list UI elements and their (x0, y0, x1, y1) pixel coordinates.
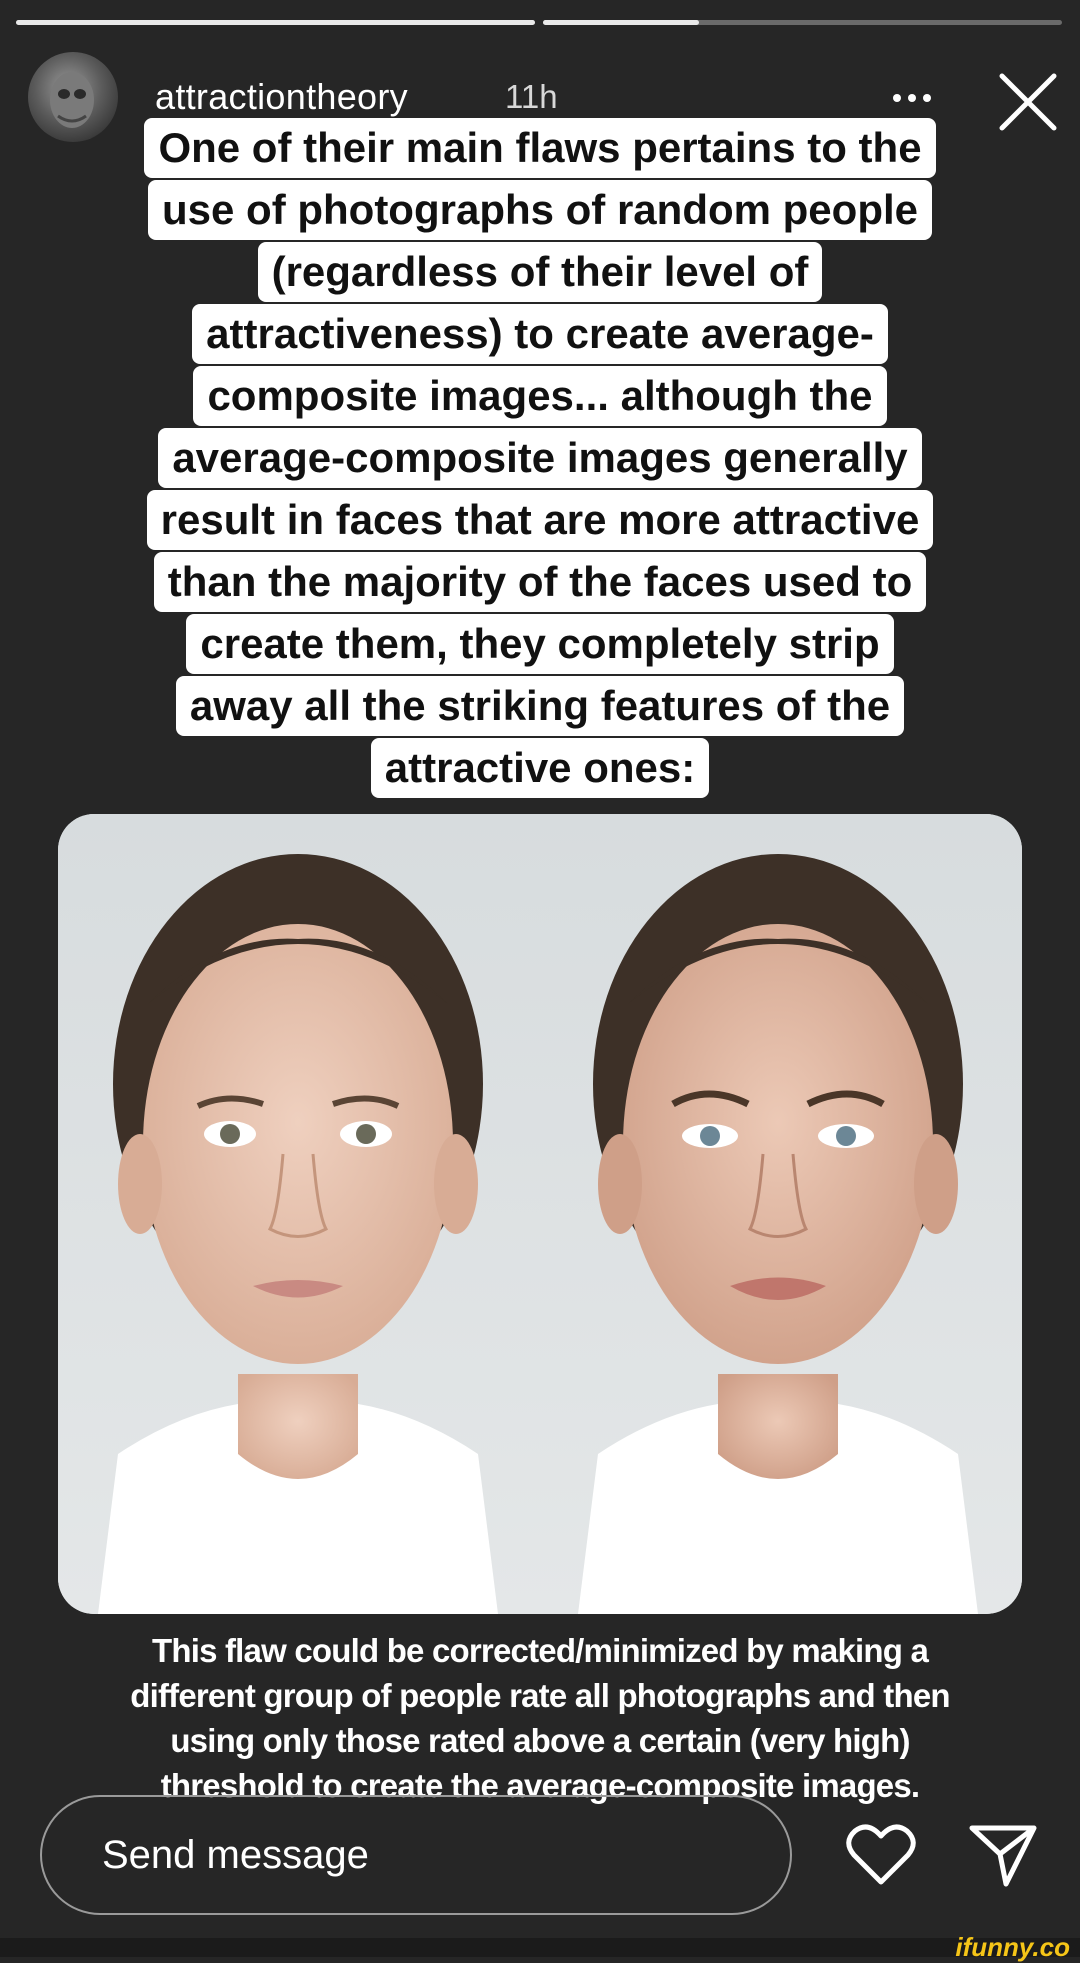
caption-line: composite images... although the (193, 366, 887, 426)
caption-line: than the majority of the faces used to (153, 552, 927, 612)
caption-line: create them, they completely strip (186, 614, 894, 674)
ifunny-watermark: ifunny.co (955, 1932, 1070, 1962)
caption-line: attractive ones: (370, 738, 710, 798)
footnote-line: different group of people rate all photo… (130, 1677, 950, 1714)
send-message-input[interactable]: Send message (40, 1795, 792, 1915)
watermark-bar (0, 1938, 1080, 1957)
footnote-line: using only those rated above a certain (… (170, 1722, 910, 1759)
heart-icon (846, 1824, 916, 1885)
story-timestamp: 11h (505, 78, 558, 115)
face-comparison-image (58, 814, 1022, 1614)
caption-line: One of their main flaws pertains to the (144, 118, 936, 178)
story-username[interactable]: attractiontheory (155, 76, 408, 118)
face-comparison-illustration (58, 814, 1022, 1614)
like-button[interactable] (845, 1822, 917, 1888)
send-message-placeholder: Send message (102, 1833, 369, 1877)
story-progress-segment-1 (16, 20, 535, 25)
story-footnote: This flaw could be corrected/minimized b… (60, 1628, 1020, 1808)
story-progress-segment-2 (543, 20, 1062, 25)
caption-line: away all the striking features of the (175, 676, 905, 736)
caption-line: average-composite images generally (158, 428, 922, 488)
caption-line: use of photographs of random people (148, 180, 932, 240)
story-caption: One of their main flaws pertains to the … (80, 118, 1000, 800)
share-button[interactable] (968, 1822, 1038, 1888)
left-face (98, 854, 498, 1614)
send-icon (969, 1825, 1037, 1887)
caption-line: result in faces that are more attractive (146, 490, 934, 550)
close-icon (999, 73, 1057, 131)
close-button[interactable] (996, 70, 1060, 134)
footnote-line: This flaw could be corrected/minimized b… (151, 1632, 929, 1669)
story-progress-fill-2 (543, 20, 699, 25)
right-face (578, 854, 978, 1614)
more-options-button[interactable] (880, 70, 944, 120)
caption-line: attractiveness) to create average- (192, 304, 888, 364)
caption-line: (regardless of their level of (257, 242, 823, 302)
story-progress-fill-1 (16, 20, 535, 25)
ellipsis-icon (893, 94, 931, 102)
